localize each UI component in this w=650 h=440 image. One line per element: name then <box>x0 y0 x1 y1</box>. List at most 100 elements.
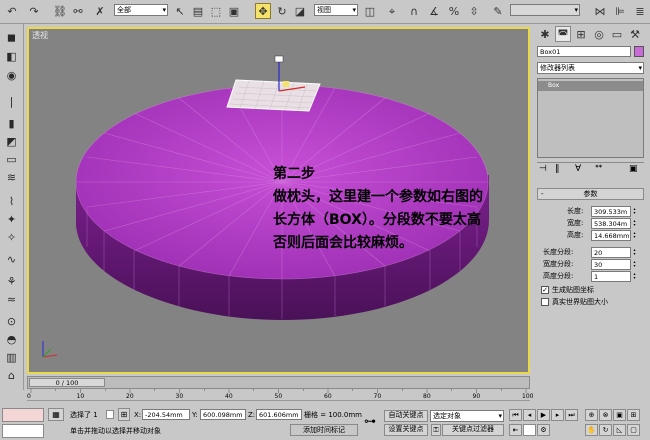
helix-icon[interactable]: ⌇ <box>3 194 20 209</box>
zoom-extents-all-icon[interactable]: ⊞ <box>627 409 640 421</box>
bind-spacewarp-icon[interactable]: ✗ <box>92 3 108 19</box>
motion-tab-icon[interactable]: ◎ <box>591 26 607 42</box>
maxscript-listener[interactable] <box>2 408 44 422</box>
width-segs-spinner[interactable]: ▴ ▾ <box>632 260 637 269</box>
length-segs-input[interactable]: 20 <box>591 247 631 258</box>
select-link-icon[interactable]: ⛓ <box>52 3 68 19</box>
next-frame-icon[interactable]: ▸ <box>551 409 564 421</box>
create-geometry-icon[interactable]: ◼ <box>3 30 20 45</box>
absolute-mode-icon[interactable]: ⊞ <box>118 408 130 421</box>
tube-icon[interactable]: | <box>3 94 20 109</box>
display-tab-icon[interactable]: ▭ <box>609 26 625 42</box>
time-config-icon[interactable]: ⚙ <box>537 424 550 436</box>
layer-manager-icon[interactable]: ≣ <box>632 3 648 19</box>
width-spinner[interactable]: ▴ ▾ <box>632 219 637 228</box>
create-tab-icon[interactable]: ✱ <box>537 26 553 42</box>
align-icon[interactable]: ⊫ <box>612 3 628 19</box>
length-spinner[interactable]: ▴ ▾ <box>632 207 637 216</box>
set-key-button[interactable]: 设置关键点 <box>384 424 428 436</box>
modifier-list-dropdown[interactable]: 修改器列表 <box>537 62 644 74</box>
auto-key-button[interactable]: 自动关键点 <box>384 410 428 422</box>
angle-snap-icon[interactable]: ∡ <box>426 3 442 19</box>
key-mode-icon[interactable]: ⚿ <box>431 424 441 436</box>
unlink-icon[interactable]: ⚯ <box>70 3 86 19</box>
height-segs-input[interactable]: 1 <box>591 271 631 282</box>
object-color-swatch[interactable] <box>634 46 644 57</box>
pillow-box[interactable] <box>226 79 321 112</box>
snaps-toggle-icon[interactable]: ∩ <box>406 3 422 19</box>
rect-selection-icon[interactable]: ⬚ <box>208 3 224 19</box>
arc-rotate-icon[interactable]: ↻ <box>599 424 612 436</box>
percent-snap-icon[interactable]: % <box>446 3 462 19</box>
hierarchy-tab-icon[interactable]: ⊞ <box>573 26 589 42</box>
parameters-rollout-header[interactable]: - 参数 <box>537 188 644 200</box>
add-time-tag[interactable]: 添加时间标记 <box>290 424 358 436</box>
selection-lock-icon[interactable]: ▦ <box>48 408 64 421</box>
modify-icon[interactable]: ◧ <box>3 49 20 64</box>
pan-icon[interactable]: ✋ <box>585 424 598 436</box>
zoom-icon[interactable]: ⊕ <box>585 409 598 421</box>
lock-selection-toggle[interactable] <box>106 410 114 419</box>
real-world-checkbox[interactable] <box>541 298 549 306</box>
sphere-icon[interactable]: ◉ <box>3 68 20 83</box>
play-icon[interactable]: ▶ <box>537 409 550 421</box>
select-by-name-icon[interactable]: ▤ <box>190 3 206 19</box>
cone-icon[interactable]: ≋ <box>3 170 20 185</box>
goto-start-icon[interactable]: ⏮ <box>509 409 522 421</box>
mirror-icon[interactable]: ⋈ <box>592 3 608 19</box>
remove-modifier-icon[interactable]: ᕯ <box>595 164 602 174</box>
length-segs-spinner[interactable]: ▴ ▾ <box>632 248 637 257</box>
width-input[interactable]: 538.304m <box>591 218 631 229</box>
utilities-tab-icon[interactable]: ⚒ <box>627 26 643 42</box>
track-bar[interactable]: 0 10 20 30 40 50 60 70 80 90 100 <box>27 389 533 401</box>
key-filters-button[interactable]: 关键点过滤器 <box>442 424 504 436</box>
select-object-icon[interactable]: ↖ <box>172 3 188 19</box>
height-input[interactable]: 14.668mm <box>591 230 631 241</box>
height-spinner[interactable]: ▴ ▾ <box>632 231 637 240</box>
manipulate-icon[interactable]: ⌖ <box>384 3 400 19</box>
key-mode-dropdown[interactable]: 选定对象 <box>430 410 504 422</box>
redo-icon[interactable]: ↷ <box>26 3 42 19</box>
pyramid-icon[interactable]: ✦ <box>3 212 20 227</box>
prev-frame-icon[interactable]: ◂ <box>523 409 536 421</box>
perspective-viewport[interactable]: 透视 第二步 做枕头，这里建一个参数如右图的 长方体（BOX）。分段数不要太高 … <box>27 27 530 374</box>
zoom-all-icon[interactable]: ⊗ <box>599 409 612 421</box>
time-slider-thumb[interactable]: 0 / 100 <box>29 378 105 387</box>
time-slider[interactable]: 0 / 100 <box>27 376 530 389</box>
length-input[interactable]: 309.533m <box>591 206 631 217</box>
goto-end-icon[interactable]: ⏭ <box>565 409 578 421</box>
make-unique-icon[interactable]: ∀ <box>575 164 581 174</box>
wave-icon[interactable]: ≈ <box>3 292 20 307</box>
maxscript-input[interactable] <box>2 424 44 438</box>
select-and-move-icon[interactable]: ✥ <box>255 3 271 19</box>
maximize-viewport-icon[interactable]: ▢ <box>627 424 640 436</box>
select-and-scale-icon[interactable]: ◪ <box>292 3 308 19</box>
stack-item-box[interactable]: Box <box>538 81 643 91</box>
x-coordinate-input[interactable]: -204.54mm <box>142 409 190 420</box>
helper-icon[interactable]: ⊙ <box>3 314 20 329</box>
current-frame-field[interactable] <box>523 424 536 436</box>
height-segs-spinner[interactable]: ▴ ▾ <box>632 272 637 281</box>
named-selection-sets-dropdown[interactable] <box>510 4 580 16</box>
pin-stack-icon[interactable]: ⊣ <box>539 164 547 174</box>
undo-icon[interactable]: ↶ <box>4 3 20 19</box>
torus-icon[interactable]: ✧ <box>3 230 20 245</box>
key-icon[interactable]: ⊶ <box>360 414 380 430</box>
display-icon[interactable]: ▥ <box>3 350 20 365</box>
lathe-icon[interactable]: ◓ <box>3 332 20 347</box>
zoom-extents-icon[interactable]: ▣ <box>613 409 626 421</box>
pivot-center-icon[interactable]: ◫ <box>362 3 378 19</box>
named-selection-icon[interactable]: ✎ <box>490 3 506 19</box>
show-end-result-icon[interactable]: ‖ <box>555 164 560 174</box>
utilities-icon[interactable]: ⌂ <box>3 368 20 383</box>
key-mode-toggle-icon[interactable]: ⇤ <box>509 424 522 436</box>
y-coordinate-input[interactable]: 600.098mm <box>200 409 246 420</box>
spinner-snap-icon[interactable]: ⇳ <box>466 3 482 19</box>
width-segs-input[interactable]: 30 <box>591 259 631 270</box>
configure-sets-icon[interactable]: ▣ <box>629 164 638 174</box>
loft-icon[interactable]: ∿ <box>3 252 20 267</box>
cylinder-icon[interactable]: ▮ <box>3 116 20 131</box>
reference-coord-dropdown[interactable]: 视图 <box>314 4 358 16</box>
fov-icon[interactable]: ◺ <box>613 424 626 436</box>
modify-tab-icon[interactable]: ◚ <box>555 26 571 42</box>
